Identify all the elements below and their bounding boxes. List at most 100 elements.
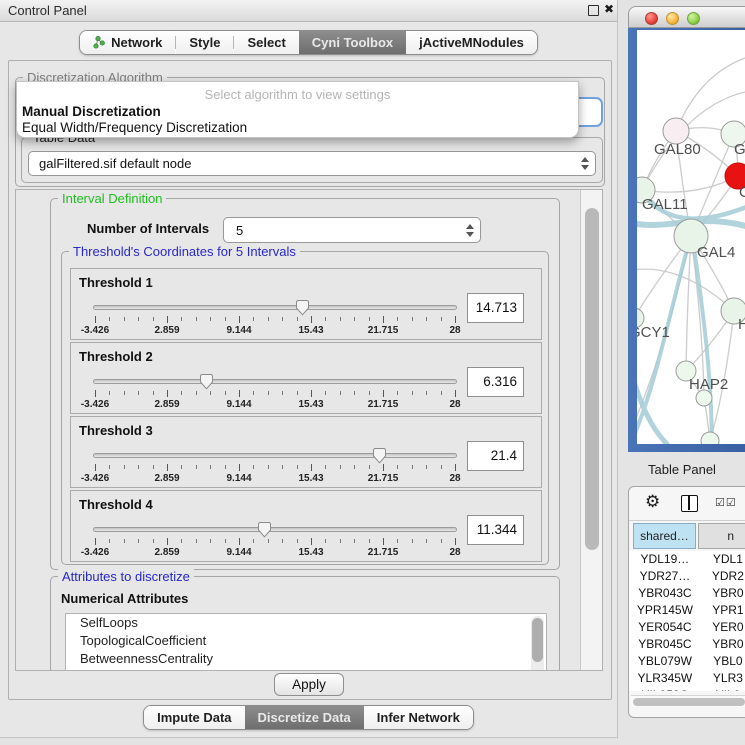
dropdown-prompt: Select algorithm to view settings bbox=[17, 87, 578, 102]
tab-network[interactable]: Network bbox=[80, 31, 175, 54]
horizontal-scrollbar[interactable] bbox=[631, 695, 745, 707]
tab-select[interactable]: Select bbox=[234, 31, 298, 54]
attribute-item[interactable]: SelfLoops bbox=[66, 614, 546, 632]
threshold-1-value-field[interactable]: 14.713 bbox=[467, 293, 524, 323]
attribute-item[interactable]: BetweennessCentrality bbox=[66, 650, 546, 668]
table-row[interactable]: YBL079WYBL0 bbox=[629, 653, 745, 670]
table-row[interactable]: YIL052CYIL0 bbox=[629, 687, 745, 691]
apply-button[interactable]: Apply bbox=[274, 673, 344, 696]
scrollbar-thumb[interactable] bbox=[633, 698, 745, 706]
network-window: GAL80 GAL11 GAL4 GCY1 HAP2 H GA C bbox=[628, 6, 745, 452]
network-view-frame: GAL80 GAL11 GAL4 GCY1 HAP2 H GA C bbox=[628, 28, 745, 452]
attribute-item[interactable]: TopologicalCoefficient bbox=[66, 632, 546, 650]
table-cell: YLR345W bbox=[633, 670, 697, 687]
gear-icon[interactable]: ⚙ bbox=[645, 492, 660, 512]
node-label: GA bbox=[734, 141, 745, 158]
columns-icon[interactable] bbox=[681, 495, 698, 512]
control-panel-titlebar: Control Panel ✖ bbox=[0, 0, 617, 22]
table-row[interactable]: YBR043CYBR0 bbox=[629, 585, 745, 602]
table-cell: YIL052C bbox=[633, 687, 697, 691]
dropdown-option-manual-discretization[interactable]: Manual Discretization bbox=[22, 104, 161, 119]
threshold-label: Threshold 3 bbox=[79, 423, 153, 438]
tab-jactivemnodules[interactable]: jActiveMNodules bbox=[406, 31, 537, 54]
slider-thumb[interactable] bbox=[295, 299, 310, 316]
slider-ticks bbox=[95, 538, 455, 546]
numerical-attributes-list[interactable]: SelfLoopsTopologicalCoefficientBetweenne… bbox=[65, 613, 547, 671]
interval-definition-group: Interval Definition Number of Intervals … bbox=[50, 198, 560, 570]
tab-label: Select bbox=[247, 35, 285, 50]
tab-label: Impute Data bbox=[157, 710, 231, 725]
dropdown-option-equal-width-frequency[interactable]: Equal Width/Frequency Discretization bbox=[22, 120, 247, 135]
tab-impute-data[interactable]: Impute Data bbox=[144, 706, 244, 729]
bottom-tab-bar: Impute Data Discretize Data Infer Networ… bbox=[0, 705, 617, 730]
network-canvas[interactable]: GAL80 GAL11 GAL4 GCY1 HAP2 H GA C bbox=[637, 30, 745, 444]
column-header-name[interactable]: n bbox=[698, 523, 745, 549]
slider-thumb[interactable] bbox=[199, 373, 214, 390]
tab-infer-network[interactable]: Infer Network bbox=[364, 706, 473, 729]
threshold-2-slider[interactable]: -3.4262.8599.14415.4321.71528 bbox=[95, 379, 455, 413]
combobox-value: galFiltered.sif default node bbox=[29, 156, 575, 171]
node-label: GAL4 bbox=[697, 244, 735, 261]
settings-scroll-panel: Interval Definition Number of Intervals … bbox=[15, 189, 603, 671]
table-cell: YBL079W bbox=[633, 653, 697, 670]
network-window-titlebar[interactable] bbox=[628, 6, 745, 28]
threshold-3-slider[interactable]: -3.4262.8599.14415.4321.71528 bbox=[95, 453, 455, 487]
table-row[interactable]: YER054CYER0 bbox=[629, 619, 745, 636]
close-traffic-light[interactable] bbox=[645, 12, 658, 25]
node-bottom[interactable] bbox=[701, 432, 719, 444]
table-row[interactable]: YBR045CYBR0 bbox=[629, 636, 745, 653]
window-title: Control Panel bbox=[8, 3, 87, 18]
table-cell: YDL19… bbox=[633, 551, 697, 568]
tab-cyni-toolbox[interactable]: Cyni Toolbox bbox=[299, 31, 406, 54]
table-cell: YBR0 bbox=[699, 636, 745, 653]
close-icon[interactable]: ✖ bbox=[604, 2, 614, 16]
minimize-traffic-light[interactable] bbox=[666, 12, 679, 25]
group-label: Interval Definition bbox=[58, 191, 166, 206]
slider-thumb[interactable] bbox=[372, 447, 387, 464]
threshold-2-value-field[interactable]: 6.316 bbox=[467, 367, 524, 397]
number-of-intervals-combobox[interactable]: 5 bbox=[223, 217, 481, 243]
slider-ticks bbox=[95, 390, 455, 398]
network-icon bbox=[93, 36, 105, 49]
slider-track bbox=[93, 527, 457, 532]
table-toolbar: ⚙ ☑☑ bbox=[629, 487, 745, 521]
cyni-toolbox-panel: Discretization Algorithm Select algorith… bbox=[8, 60, 612, 700]
thresholds-coordinates-group: Threshold's Coordinates for 5 Intervals … bbox=[61, 251, 549, 565]
scrollbar-thumb[interactable] bbox=[585, 208, 599, 550]
algorithm-dropdown-popup: Select algorithm to view settings Manual… bbox=[16, 81, 579, 138]
tab-style[interactable]: Style bbox=[176, 31, 233, 54]
node-table: ⚙ ☑☑ shared… n YDL19…YDL1YDR27…YDR2YBR04… bbox=[628, 486, 745, 718]
tab-label: jActiveMNodules bbox=[419, 35, 524, 50]
attributes-to-discretize-group: Attributes to discretize Numerical Attri… bbox=[50, 576, 560, 671]
float-window-icon[interactable] bbox=[588, 5, 599, 16]
checkboxes-icon[interactable]: ☑☑ bbox=[715, 496, 737, 509]
table-row[interactable]: YLR345WYLR3 bbox=[629, 670, 745, 687]
list-scrollbar[interactable] bbox=[531, 616, 544, 671]
tab-label: Network bbox=[111, 35, 162, 50]
zoom-traffic-light[interactable] bbox=[687, 12, 700, 25]
threshold-4-value-field[interactable]: 11.344 bbox=[467, 515, 524, 545]
table-cell: YER054C bbox=[633, 619, 697, 636]
threshold-3-value-field[interactable]: 21.4 bbox=[467, 441, 524, 471]
column-header-shared-name[interactable]: shared… bbox=[633, 523, 696, 549]
table-cell: YER0 bbox=[699, 619, 745, 636]
table-cell: YDR27… bbox=[633, 568, 697, 585]
group-label: Threshold's Coordinates for 5 Intervals bbox=[69, 244, 300, 259]
threshold-3-row: Threshold 3 -3.4262.8599.14415.4321.7152… bbox=[70, 416, 542, 488]
table-data-combobox[interactable]: galFiltered.sif default node bbox=[28, 151, 596, 176]
threshold-1-slider[interactable]: -3.4262.8599.14415.4321.71528 bbox=[95, 305, 455, 339]
table-cell: YBR043C bbox=[633, 585, 697, 602]
slider-track bbox=[93, 453, 457, 458]
table-row[interactable]: YDR27…YDR2 bbox=[629, 568, 745, 585]
threshold-4-slider[interactable]: -3.4262.8599.14415.4321.71528 bbox=[95, 527, 455, 561]
table-row[interactable]: YPR145WYPR1 bbox=[629, 602, 745, 619]
threshold-label: Threshold 2 bbox=[79, 349, 153, 364]
tab-discretize-data[interactable]: Discretize Data bbox=[245, 706, 364, 729]
table-cell: YDR2 bbox=[699, 568, 745, 585]
vertical-scrollbar[interactable] bbox=[580, 190, 602, 670]
node-label: C bbox=[739, 184, 745, 201]
table-row[interactable]: YDL19…YDL1 bbox=[629, 551, 745, 568]
slider-thumb[interactable] bbox=[257, 521, 272, 538]
slider-tick-labels: -3.4262.8599.14415.4321.71528 bbox=[95, 399, 455, 411]
table-cell: YPR1 bbox=[699, 602, 745, 619]
